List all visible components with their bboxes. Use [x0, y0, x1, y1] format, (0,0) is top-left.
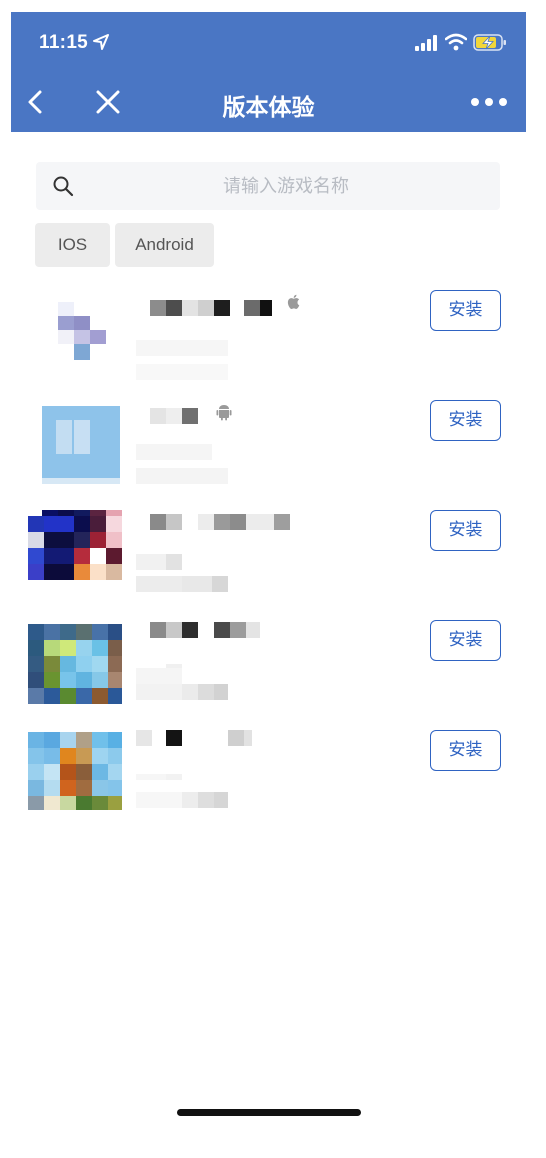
app-header: 11:15 版本体验	[11, 12, 526, 132]
search-bar	[36, 162, 500, 210]
app-name-redacted	[136, 620, 376, 648]
app-icon	[28, 510, 122, 604]
status-bar: 11:15	[11, 12, 526, 72]
app-list-item: 安装	[0, 510, 546, 620]
cellular-signal-icon	[415, 35, 437, 51]
app-icon	[28, 290, 122, 384]
nav-bar: 版本体验	[11, 72, 526, 132]
home-indicator[interactable]	[177, 1109, 361, 1116]
install-button[interactable]: 安装	[430, 620, 501, 661]
app-icon	[28, 620, 122, 714]
search-icon	[53, 176, 74, 197]
app-list-item: 安装	[0, 730, 546, 840]
app-meta-redacted	[136, 334, 336, 390]
status-time: 11:15	[39, 32, 89, 53]
android-icon	[216, 405, 232, 421]
app-meta-redacted	[136, 664, 336, 720]
app-list-item: 安装	[0, 400, 546, 510]
app-name-redacted	[136, 400, 376, 428]
app-list-item: 安装	[0, 620, 546, 730]
install-button[interactable]: 安装	[430, 290, 501, 331]
install-button[interactable]: 安装	[430, 730, 501, 771]
filter-android-button[interactable]: Android	[115, 223, 214, 267]
more-icon[interactable]	[469, 89, 509, 115]
wifi-icon	[445, 33, 467, 51]
app-meta-redacted	[136, 554, 336, 610]
filter-ios-button[interactable]: IOS	[35, 223, 110, 267]
apple-icon	[287, 294, 300, 309]
app-name-redacted	[136, 510, 376, 538]
location-arrow-icon	[93, 34, 109, 50]
install-button[interactable]: 安装	[430, 510, 501, 551]
page-title: 版本体验	[222, 94, 315, 120]
app-icon	[28, 400, 122, 494]
app-list-item: 安装	[0, 290, 546, 400]
app-name-redacted	[136, 730, 376, 758]
app-meta-redacted	[136, 444, 336, 500]
battery-charging-icon	[473, 34, 506, 51]
search-input[interactable]	[86, 162, 486, 210]
app-name-redacted	[136, 290, 376, 318]
app-meta-redacted	[136, 774, 336, 830]
install-button[interactable]: 安装	[430, 400, 501, 441]
app-icon	[28, 730, 122, 824]
